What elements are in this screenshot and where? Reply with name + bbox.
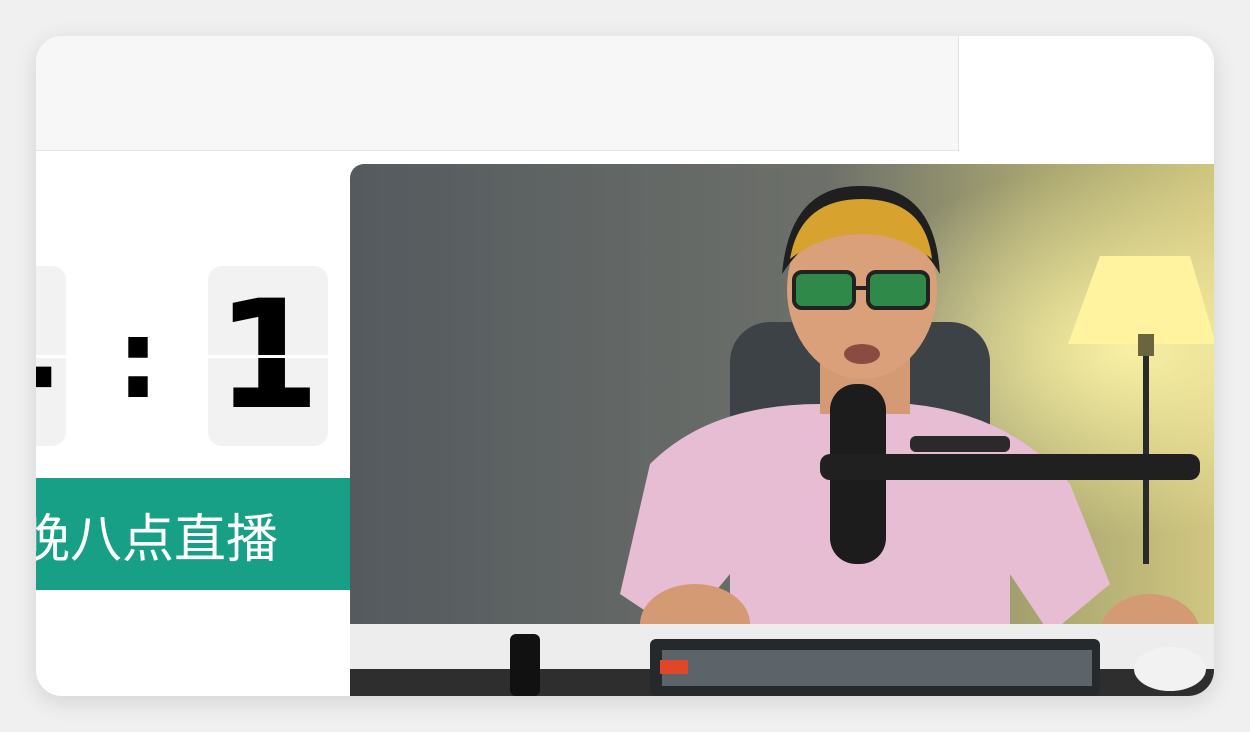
clock-separator: :	[116, 295, 160, 423]
webcam-video-feed[interactable]	[350, 164, 1214, 696]
desk	[350, 624, 1214, 696]
clock-digit: 1	[215, 269, 321, 443]
video-frame-illustration	[350, 164, 1214, 696]
clock-digit-card: 1	[208, 266, 328, 446]
clock-digit: 4	[36, 269, 58, 443]
clock-digit-card: 4	[36, 266, 66, 446]
app-window: 4 : 1 8 晚八点直播	[36, 36, 1214, 696]
schedule-banner-text: 晚八点直播	[36, 509, 279, 570]
